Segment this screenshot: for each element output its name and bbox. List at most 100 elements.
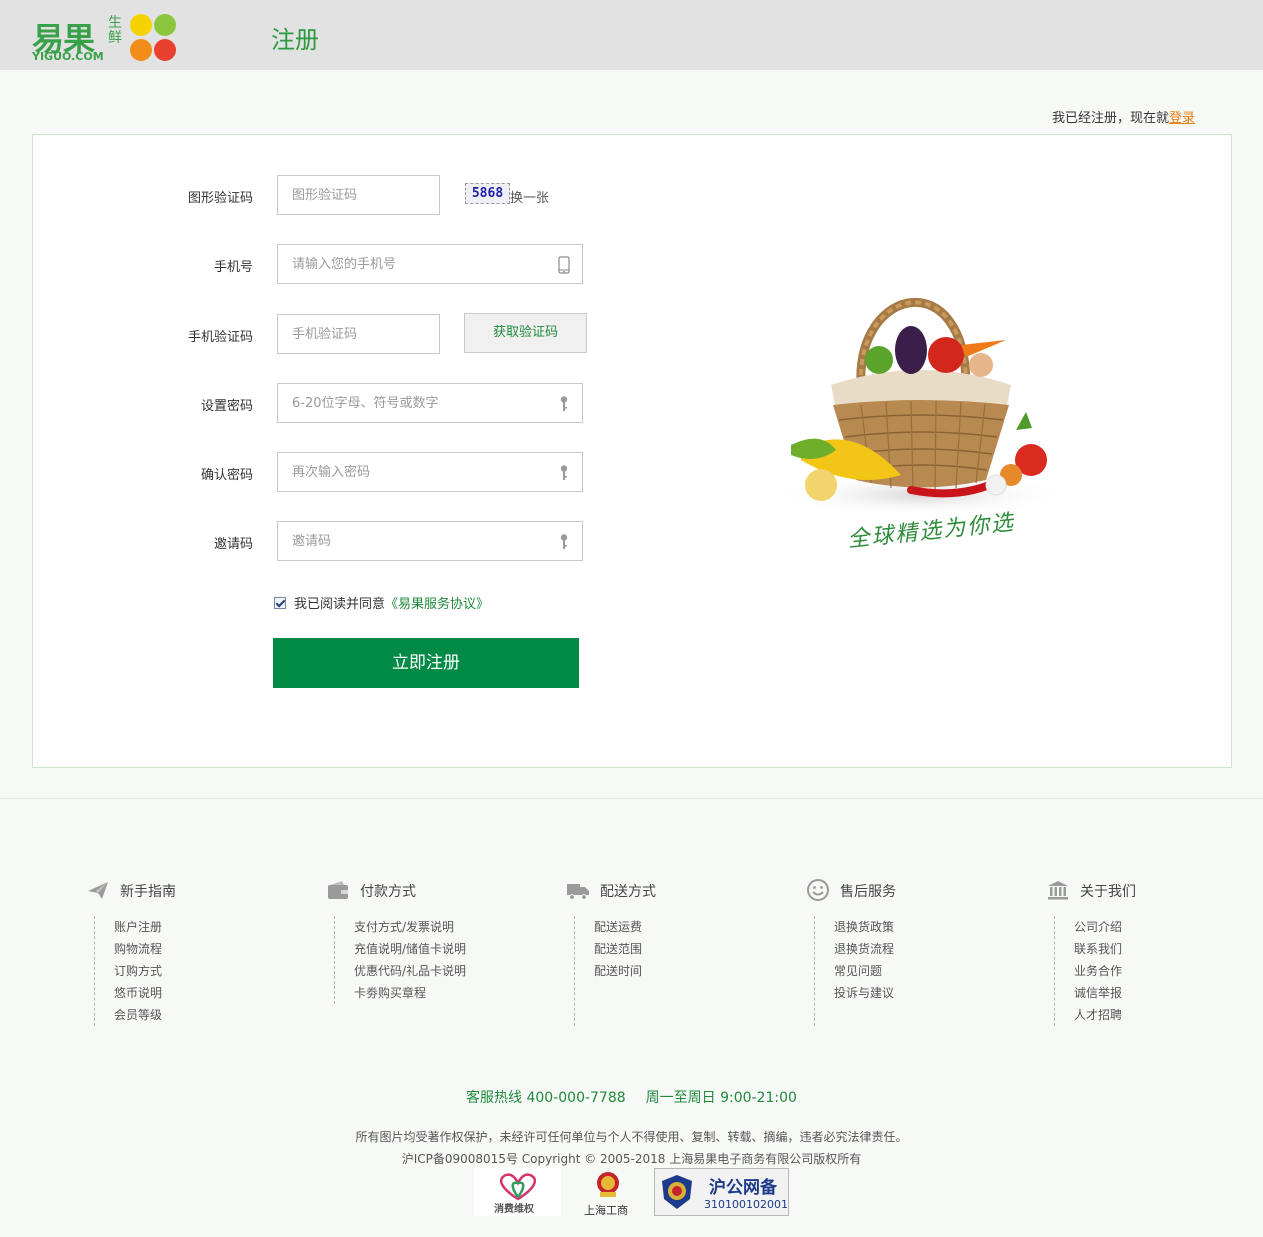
footer-link[interactable]: 悠币说明 (114, 982, 162, 1004)
consumer-rights-text: 消费维权 (494, 1204, 534, 1215)
footer-link[interactable]: 投诉与建议 (834, 982, 894, 1004)
footer-link[interactable]: 退换货政策 (834, 916, 894, 938)
confirm-password-label: 确认密码 (200, 468, 253, 483)
logo-domain-text: YIGUO.COM (32, 50, 104, 63)
footer-link-list: 支付方式/发票说明 充值说明/储值卡说明 优惠代码/礼品卡说明 卡劵购买章程 (334, 916, 466, 1004)
footer-link[interactable]: 订购方式 (114, 960, 162, 982)
get-sms-code-button[interactable]: 获取验证码 (464, 313, 587, 353)
logo-dot-red (154, 39, 176, 61)
sms-input-box (277, 314, 440, 354)
sms-code-input[interactable] (278, 315, 439, 353)
password-input[interactable] (278, 384, 582, 422)
footer-column-guide: 新手指南 账户注册 购物流程 订购方式 悠币说明 会员等级 (86, 878, 286, 1026)
phone-input-box (277, 244, 583, 284)
key-icon (560, 465, 568, 480)
footer-link-list: 配送运费 配送范围 配送时间 (574, 916, 642, 1026)
register-panel: 图形验证码 5868 换一张 手机号 手机验证码 获取验证码 设置密码 (32, 134, 1232, 768)
logo-dot-orange (130, 39, 152, 61)
service-agreement-link[interactable]: 《易果服务协议》 (385, 597, 489, 612)
service-hours: 周一至周日 9:00-21:00 (645, 1090, 797, 1106)
footer-link[interactable]: 联系我们 (1074, 938, 1122, 960)
invite-code-input[interactable] (278, 522, 582, 560)
footer-column-title: 关于我们 (1080, 884, 1136, 900)
password-row: 设置密码 (33, 383, 633, 423)
captcha-input-box (277, 175, 440, 215)
confirm-password-input-box (277, 452, 583, 492)
logo-dot-green (154, 14, 176, 36)
key-icon (560, 396, 568, 411)
footer-link[interactable]: 配送时间 (594, 960, 642, 982)
footer-link[interactable]: 退换货流程 (834, 938, 894, 960)
footer-link[interactable]: 配送运费 (594, 916, 642, 938)
footer-link-list: 账户注册 购物流程 订购方式 悠币说明 会员等级 (94, 916, 162, 1026)
police-record-number: 310100102001 (704, 1198, 788, 1211)
footer-column-title: 售后服务 (840, 884, 896, 900)
footer-link-list: 退换货政策 退换货流程 常见问题 投诉与建议 (814, 916, 894, 1026)
paper-plane-icon (88, 882, 108, 899)
footer-column-about: 关于我们 公司介绍 联系我们 业务合作 诚信举报 人才招聘 (1046, 878, 1246, 1026)
footer-column-header: 新手指南 (86, 878, 286, 906)
confirm-password-row: 确认密码 (33, 452, 633, 492)
footer-column-aftersales: 售后服务 退换货政策 退换货流程 常见问题 投诉与建议 (806, 878, 1006, 1026)
footer-link[interactable]: 业务合作 (1074, 960, 1122, 982)
captcha-refresh-link[interactable]: 换一张 (510, 187, 549, 206)
captcha-input[interactable] (278, 176, 439, 214)
hotline-number: 客服热线 400-000-7788 (466, 1090, 626, 1106)
footer-link[interactable]: 充值说明/储值卡说明 (354, 938, 466, 960)
password-label: 设置密码 (200, 399, 253, 414)
register-submit-button[interactable]: 立即注册 (273, 638, 579, 688)
service-hotline: 客服热线 400-000-7788 周一至周日 9:00-21:00 (0, 1087, 1263, 1107)
agreement-checkbox[interactable] (274, 597, 286, 609)
icp-copyright: 沪ICP备09008015号 Copyright © 2005-2018 上海易… (401, 1152, 862, 1166)
captcha-row: 图形验证码 5868 换一张 (33, 175, 633, 215)
footer-link[interactable]: 人才招聘 (1074, 1004, 1122, 1026)
agreement-text: 我已阅读并同意 (294, 597, 386, 612)
police-record-badge[interactable]: 沪公网备 310100102001 (654, 1168, 789, 1216)
phone-row: 手机号 (33, 244, 633, 284)
invite-code-input-box (277, 521, 583, 561)
national-emblem-icon (597, 1172, 619, 1197)
police-shield-icon (662, 1175, 692, 1209)
captcha-label: 图形验证码 (187, 191, 253, 206)
key-icon (560, 534, 568, 549)
page-title: 注册 (271, 26, 319, 54)
phone-input[interactable] (278, 245, 582, 283)
icbc-badge[interactable]: 上海工商 (580, 1168, 636, 1217)
footer-column-delivery: 配送方式 配送运费 配送范围 配送时间 (566, 878, 766, 1026)
footer-link[interactable]: 账户注册 (114, 916, 162, 938)
login-link[interactable]: 登录 (1169, 111, 1195, 126)
truck-icon (567, 884, 589, 900)
footer-column-payment: 付款方式 支付方式/发票说明 充值说明/储值卡说明 优惠代码/礼品卡说明 卡劵购… (326, 878, 526, 1004)
site-header: 易果 生鲜 YIGUO.COM 注册 (0, 0, 1263, 70)
footer-column-header: 付款方式 (326, 878, 526, 906)
captcha-image[interactable]: 5868 (465, 183, 510, 204)
police-record-title: 沪公网备 (709, 1178, 777, 1198)
footer-link[interactable]: 会员等级 (114, 1004, 162, 1026)
invite-code-row: 邀请码 (33, 521, 633, 561)
footer-link[interactable]: 购物流程 (114, 938, 162, 960)
icbc-text: 上海工商 (584, 1204, 628, 1217)
footer-column-title: 配送方式 (600, 884, 656, 900)
bank-icon (1048, 881, 1068, 900)
logo-sub-text: 生鲜 (108, 15, 122, 46)
footer-link-list: 公司介绍 联系我们 业务合作 诚信举报 人才招聘 (1054, 916, 1122, 1026)
site-logo[interactable]: 易果 生鲜 YIGUO.COM (30, 12, 180, 64)
footer-link[interactable]: 支付方式/发票说明 (354, 916, 466, 938)
password-input-box (277, 383, 583, 423)
footer-link[interactable]: 公司介绍 (1074, 916, 1122, 938)
mobile-icon (558, 256, 570, 274)
footer-column-header: 售后服务 (806, 878, 1006, 906)
footer-link[interactable]: 卡劵购买章程 (354, 982, 466, 1004)
consumer-rights-logo-icon (499, 1173, 537, 1201)
login-hint: 我已经注册，现在就登录 (1052, 107, 1195, 126)
footer-column-title: 付款方式 (360, 884, 416, 900)
copyright-notice: 所有图片均受著作权保护，未经许可任何单位与个人不得使用、复制、转载、摘编，违者必… (355, 1130, 908, 1144)
footer-link[interactable]: 诚信举报 (1074, 982, 1122, 1004)
footer-link[interactable]: 优惠代码/礼品卡说明 (354, 960, 466, 982)
sms-label: 手机验证码 (187, 330, 253, 345)
footer-link[interactable]: 常见问题 (834, 960, 894, 982)
consumer-rights-badge[interactable]: 消费维权 (474, 1168, 561, 1216)
confirm-password-input[interactable] (278, 453, 582, 491)
logo-dot-yellow (130, 14, 152, 36)
footer-link[interactable]: 配送范围 (594, 938, 642, 960)
